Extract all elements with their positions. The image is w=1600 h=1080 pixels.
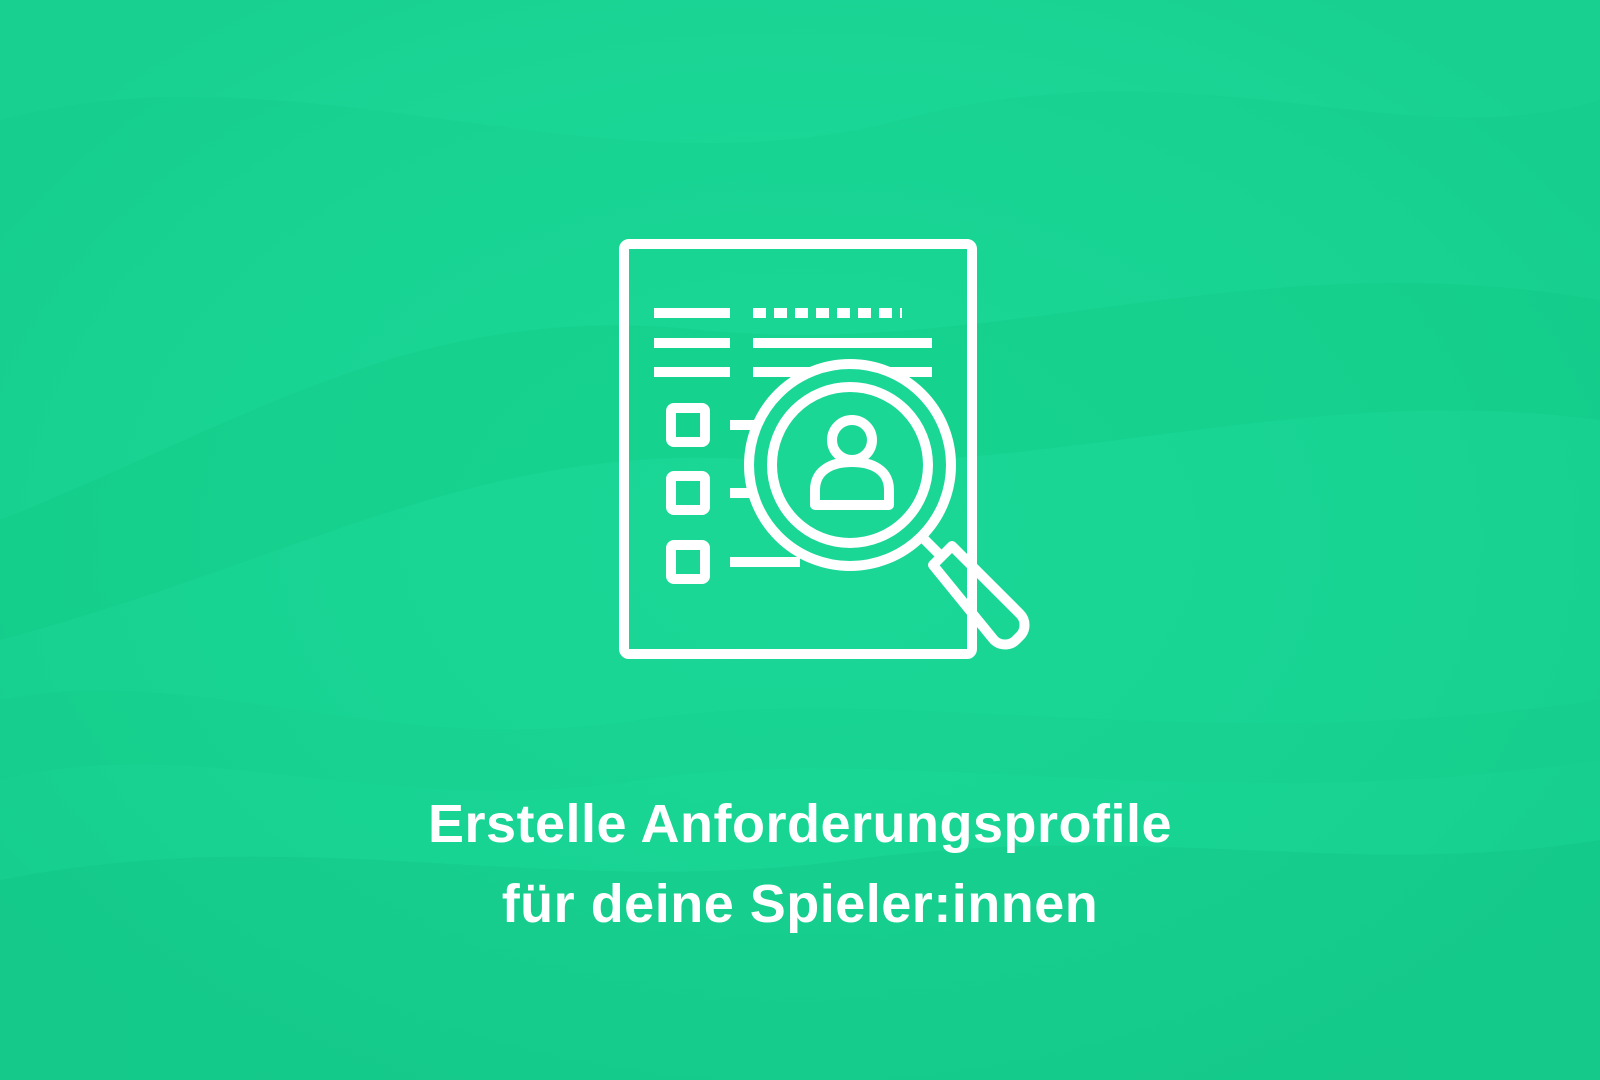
document-search-profile-icon	[619, 239, 1030, 659]
headline: Erstelle Anforderungsprofile für deine S…	[0, 784, 1600, 944]
checkbox-icon	[666, 471, 710, 515]
checkbox-icon	[666, 403, 710, 447]
headline-line-1: Erstelle Anforderungsprofile	[427, 794, 1173, 854]
checkbox-icon	[666, 540, 710, 584]
headline-line-2: für deine Spieler:innen	[501, 874, 1099, 934]
magnifier-handle	[928, 541, 1030, 650]
